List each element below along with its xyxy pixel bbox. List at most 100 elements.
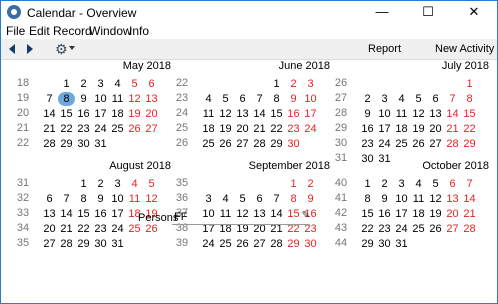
- calendar-day[interactable]: 7: [41, 92, 58, 106]
- calendar-day[interactable]: 13: [143, 92, 160, 106]
- calendar-day[interactable]: 31: [109, 237, 126, 251]
- calendar-day[interactable]: 23: [285, 122, 302, 136]
- calendar-day[interactable]: 9: [75, 92, 92, 106]
- calendar-day[interactable]: 16: [285, 107, 302, 121]
- calendar-day[interactable]: 26: [234, 237, 251, 251]
- menu-edit[interactable]: Edit: [29, 24, 50, 38]
- calendar-day[interactable]: 24: [376, 137, 393, 151]
- calendar-day[interactable]: 27: [41, 237, 58, 251]
- calendar-day[interactable]: 25: [410, 222, 427, 236]
- new-activity-button[interactable]: New Activity: [435, 43, 494, 55]
- calendar-day[interactable]: 5: [143, 177, 160, 191]
- calendar-day[interactable]: 19: [410, 122, 427, 136]
- report-button[interactable]: Report: [368, 43, 401, 55]
- calendar-day[interactable]: 1: [461, 77, 478, 91]
- calendar-day[interactable]: 26: [217, 137, 234, 151]
- calendar-day[interactable]: 30: [302, 237, 319, 251]
- calendar-day[interactable]: 8: [461, 92, 478, 106]
- calendar-day[interactable]: 27: [444, 222, 461, 236]
- calendar-day[interactable]: 13: [427, 107, 444, 121]
- calendar-day[interactable]: 17: [376, 122, 393, 136]
- calendar-day[interactable]: 29: [75, 237, 92, 251]
- calendar-day[interactable]: 28: [58, 237, 75, 251]
- calendar-day[interactable]: 7: [58, 192, 75, 206]
- persons-field[interactable]: FF ✎: [172, 210, 310, 225]
- calendar-day[interactable]: 11: [410, 192, 427, 206]
- calendar-day[interactable]: 8: [58, 92, 75, 106]
- calendar-day[interactable]: 20: [41, 222, 58, 236]
- calendar-day[interactable]: 15: [75, 207, 92, 221]
- calendar-day[interactable]: 19: [427, 207, 444, 221]
- calendar-day[interactable]: 22: [359, 222, 376, 236]
- calendar-day[interactable]: 9: [92, 192, 109, 206]
- calendar-day[interactable]: 6: [251, 192, 268, 206]
- calendar-day[interactable]: 3: [302, 77, 319, 91]
- calendar-day[interactable]: 5: [217, 92, 234, 106]
- calendar-day[interactable]: 13: [444, 192, 461, 206]
- calendar-day[interactable]: 2: [302, 177, 319, 191]
- calendar-day[interactable]: 3: [393, 177, 410, 191]
- calendar-day[interactable]: 5: [410, 92, 427, 106]
- calendar-day[interactable]: 24: [109, 222, 126, 236]
- calendar-day[interactable]: 27: [427, 137, 444, 151]
- calendar-day[interactable]: 18: [200, 122, 217, 136]
- calendar-day[interactable]: 22: [268, 122, 285, 136]
- calendar-day[interactable]: 15: [268, 107, 285, 121]
- calendar-day[interactable]: 4: [393, 92, 410, 106]
- calendar-day[interactable]: 26: [410, 137, 427, 151]
- menu-file[interactable]: File: [6, 24, 25, 38]
- calendar-day[interactable]: 16: [359, 122, 376, 136]
- calendar-day[interactable]: 23: [376, 222, 393, 236]
- calendar-day[interactable]: 22: [75, 222, 92, 236]
- calendar-day[interactable]: 30: [92, 237, 109, 251]
- calendar-day[interactable]: 7: [461, 177, 478, 191]
- calendar-day[interactable]: 12: [217, 107, 234, 121]
- calendar-day[interactable]: 20: [234, 122, 251, 136]
- calendar-day[interactable]: 6: [444, 177, 461, 191]
- calendar-day[interactable]: 25: [109, 122, 126, 136]
- calendar-day[interactable]: 9: [285, 92, 302, 106]
- calendar-day[interactable]: 6: [143, 77, 160, 91]
- calendar-day[interactable]: 4: [217, 192, 234, 206]
- chevron-down-icon[interactable]: [69, 46, 75, 50]
- calendar-day[interactable]: 24: [302, 122, 319, 136]
- calendar-day[interactable]: 27: [234, 137, 251, 151]
- calendar-day[interactable]: 5: [234, 192, 251, 206]
- calendar-day[interactable]: 7: [268, 192, 285, 206]
- calendar-day[interactable]: 4: [126, 177, 143, 191]
- calendar-day[interactable]: 1: [58, 77, 75, 91]
- calendar-day[interactable]: 26: [143, 222, 160, 236]
- calendar-day[interactable]: 20: [427, 122, 444, 136]
- calendar-day[interactable]: 24: [92, 122, 109, 136]
- minimize-button[interactable]: —: [359, 1, 405, 23]
- calendar-day[interactable]: 10: [393, 192, 410, 206]
- previous-arrow-icon[interactable]: [9, 44, 15, 54]
- calendar-day[interactable]: 17: [302, 107, 319, 121]
- calendar-day[interactable]: 14: [444, 107, 461, 121]
- calendar-day[interactable]: 26: [427, 222, 444, 236]
- calendar-day[interactable]: 17: [393, 207, 410, 221]
- calendar-day[interactable]: 31: [92, 137, 109, 151]
- calendar-day[interactable]: 11: [109, 92, 126, 106]
- calendar-day[interactable]: 9: [302, 192, 319, 206]
- calendar-day[interactable]: 21: [444, 122, 461, 136]
- calendar-day[interactable]: 16: [92, 207, 109, 221]
- calendar-day[interactable]: 3: [200, 192, 217, 206]
- calendar-day[interactable]: 11: [126, 192, 143, 206]
- calendar-day[interactable]: 4: [410, 177, 427, 191]
- calendar-day[interactable]: 19: [217, 122, 234, 136]
- calendar-day[interactable]: 23: [75, 122, 92, 136]
- calendar-day[interactable]: 29: [461, 137, 478, 151]
- calendar-day[interactable]: 8: [75, 192, 92, 206]
- calendar-day[interactable]: 28: [41, 137, 58, 151]
- calendar-day[interactable]: 6: [41, 192, 58, 206]
- calendar-day[interactable]: 10: [376, 107, 393, 121]
- calendar-day[interactable]: 14: [58, 207, 75, 221]
- calendar-day[interactable]: 2: [359, 92, 376, 106]
- calendar-day[interactable]: 21: [41, 122, 58, 136]
- calendar-day[interactable]: 3: [109, 177, 126, 191]
- calendar-day[interactable]: 24: [200, 237, 217, 251]
- calendar-day[interactable]: 21: [251, 122, 268, 136]
- calendar-day[interactable]: 12: [410, 107, 427, 121]
- calendar-day[interactable]: 9: [376, 192, 393, 206]
